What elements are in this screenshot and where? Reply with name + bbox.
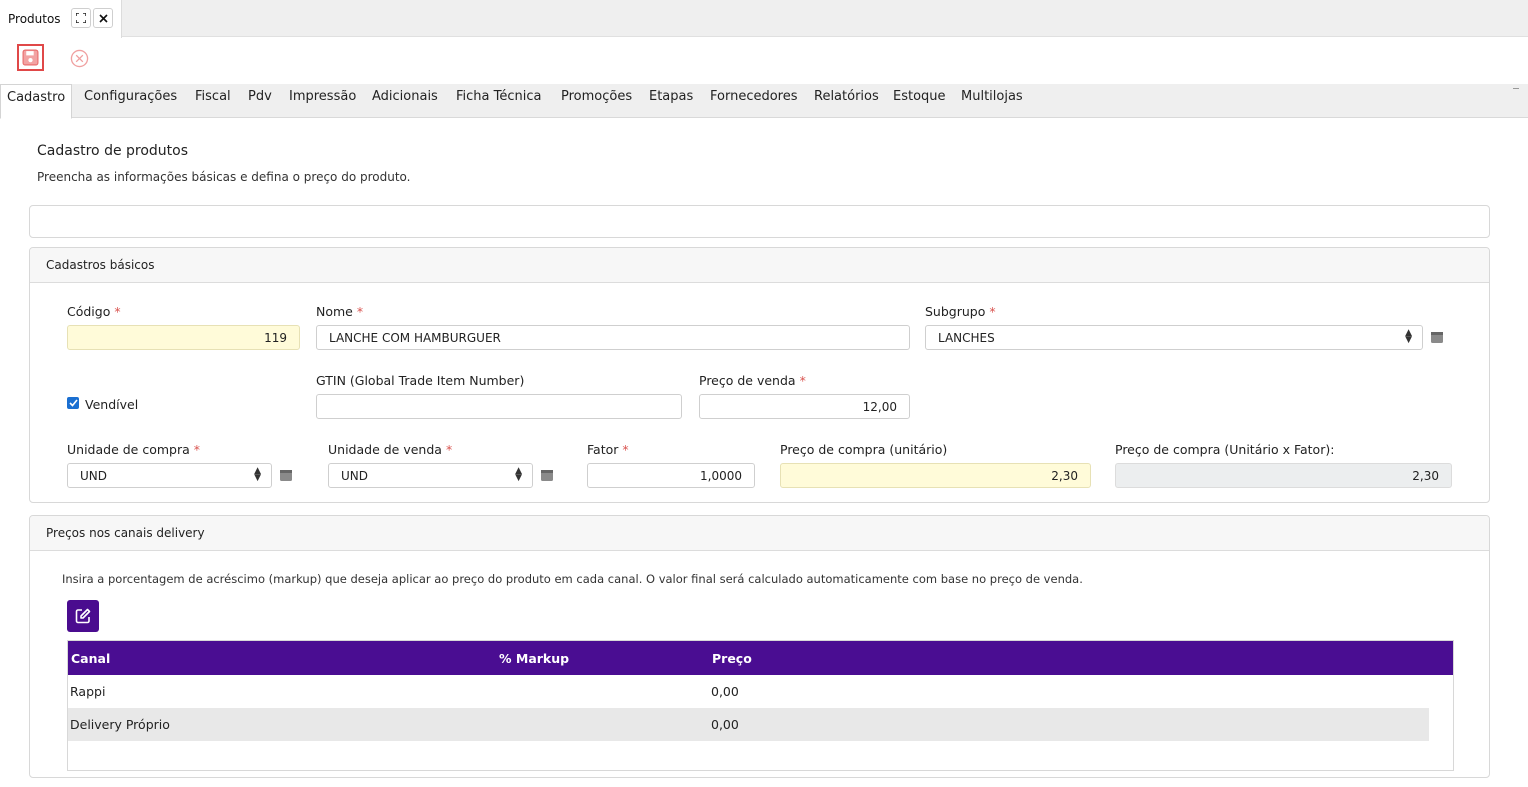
page-subtitle: Preencha as informações básicas e defina… xyxy=(37,170,411,184)
subgrupo-label: Subgrupo * xyxy=(925,304,996,319)
table-header: Canal % Markup Preço xyxy=(68,641,1453,675)
select-arrows-icon: ▲ ▼ xyxy=(515,466,522,483)
unidade-compra-select[interactable]: UND ▲ ▼ xyxy=(67,463,272,488)
tab-relatorios[interactable]: Relatórios xyxy=(814,84,879,118)
fator-label: Fator * xyxy=(587,442,629,457)
cancel-button[interactable] xyxy=(69,48,90,69)
vendivel-checkbox[interactable] xyxy=(67,397,79,409)
preco-compra-fator-field: 2,30 xyxy=(1115,463,1452,488)
unidade-venda-select[interactable]: UND ▲ ▼ xyxy=(328,463,533,488)
canal-cell: Delivery Próprio xyxy=(70,717,170,732)
collapse-icon[interactable] xyxy=(1513,88,1519,89)
gtin-label: GTIN (Global Trade Item Number) xyxy=(316,373,525,388)
check-icon xyxy=(68,399,78,407)
preco-venda-field[interactable]: 12,00 xyxy=(699,394,910,419)
panel-header: Cadastros básicos xyxy=(30,248,1489,283)
tab-adicionais[interactable]: Adicionais xyxy=(372,84,438,118)
tab-ficha-tecnica[interactable]: Ficha Técnica xyxy=(456,84,541,118)
tab-pdv[interactable]: Pdv xyxy=(248,84,272,118)
nome-label: Nome * xyxy=(316,304,364,319)
preco-cell: 0,00 xyxy=(711,684,739,699)
floppy-disk-icon xyxy=(22,49,39,66)
tab-etapas[interactable]: Etapas xyxy=(649,84,693,118)
window-tab-strip: Produtos xyxy=(0,0,1528,38)
select-arrows-icon: ▲ ▼ xyxy=(1405,328,1412,345)
table-row[interactable]: Rappi 0,00 xyxy=(68,675,1429,708)
close-icon[interactable] xyxy=(93,8,113,28)
list-icon[interactable] xyxy=(1431,332,1443,343)
vendivel-label: Vendível xyxy=(85,397,139,412)
unidade-venda-label: Unidade de venda * xyxy=(328,442,453,457)
edit-markup-button[interactable] xyxy=(67,600,99,632)
preco-compra-field[interactable]: 2,30 xyxy=(780,463,1091,488)
select-arrows-icon: ▲ ▼ xyxy=(254,466,261,483)
gtin-field[interactable] xyxy=(316,394,682,419)
document-tab-produtos[interactable]: Produtos xyxy=(0,0,122,38)
codigo-field[interactable]: 119 xyxy=(67,325,300,350)
column-header-markup[interactable]: % Markup xyxy=(499,651,569,666)
empty-panel xyxy=(29,205,1490,238)
panel-header: Preços nos canais delivery xyxy=(30,516,1489,551)
nome-field[interactable]: LANCHE COM HAMBURGUER xyxy=(316,325,910,350)
tab-fiscal[interactable]: Fiscal xyxy=(195,84,231,118)
unidade-compra-label: Unidade de compra * xyxy=(67,442,201,457)
subgrupo-value: LANCHES xyxy=(938,330,995,345)
circle-x-icon xyxy=(70,49,89,68)
unidade-compra-value: UND xyxy=(80,468,107,483)
preco-venda-label: Preço de venda * xyxy=(699,373,806,388)
tab-promocoes[interactable]: Promoções xyxy=(561,84,632,118)
tab-estoque[interactable]: Estoque xyxy=(893,84,946,118)
section-tabs: Cadastro Configurações Fiscal Pdv Impres… xyxy=(0,84,1528,119)
save-button[interactable] xyxy=(17,44,44,71)
canal-cell: Rappi xyxy=(70,684,106,699)
tab-fornecedores[interactable]: Fornecedores xyxy=(710,84,798,118)
tab-configuracoes[interactable]: Configurações xyxy=(84,84,177,118)
subgrupo-select[interactable]: LANCHES ▲ ▼ xyxy=(925,325,1423,350)
codigo-label: Código * xyxy=(67,304,121,319)
edit-icon xyxy=(75,608,91,624)
page-title: Cadastro de produtos xyxy=(37,143,189,159)
preco-compra-fator-label: Preço de compra (Unitário x Fator): xyxy=(1115,442,1335,457)
tab-multilojas[interactable]: Multilojas xyxy=(961,84,1023,118)
tab-impressao[interactable]: Impressão xyxy=(289,84,356,118)
table-row[interactable]: Delivery Próprio 0,00 xyxy=(68,708,1429,741)
list-icon[interactable] xyxy=(280,470,292,481)
preco-compra-label: Preço de compra (unitário) xyxy=(780,442,948,457)
maximize-icon[interactable] xyxy=(71,8,91,28)
unidade-venda-value: UND xyxy=(341,468,368,483)
panel-title: Cadastros básicos xyxy=(46,258,155,272)
preco-cell: 0,00 xyxy=(711,717,739,732)
column-header-canal[interactable]: Canal xyxy=(71,651,110,666)
list-icon[interactable] xyxy=(541,470,553,481)
delivery-table: Canal % Markup Preço Rappi 0,00 Delivery… xyxy=(67,640,1454,771)
document-tab-title: Produtos xyxy=(8,12,61,26)
column-header-preco[interactable]: Preço xyxy=(712,651,752,666)
tab-cadastro[interactable]: Cadastro xyxy=(0,84,73,119)
fator-field[interactable]: 1,0000 xyxy=(587,463,755,488)
panel-title: Preços nos canais delivery xyxy=(46,526,205,540)
delivery-description: Insira a porcentagem de acréscimo (marku… xyxy=(62,572,1083,586)
